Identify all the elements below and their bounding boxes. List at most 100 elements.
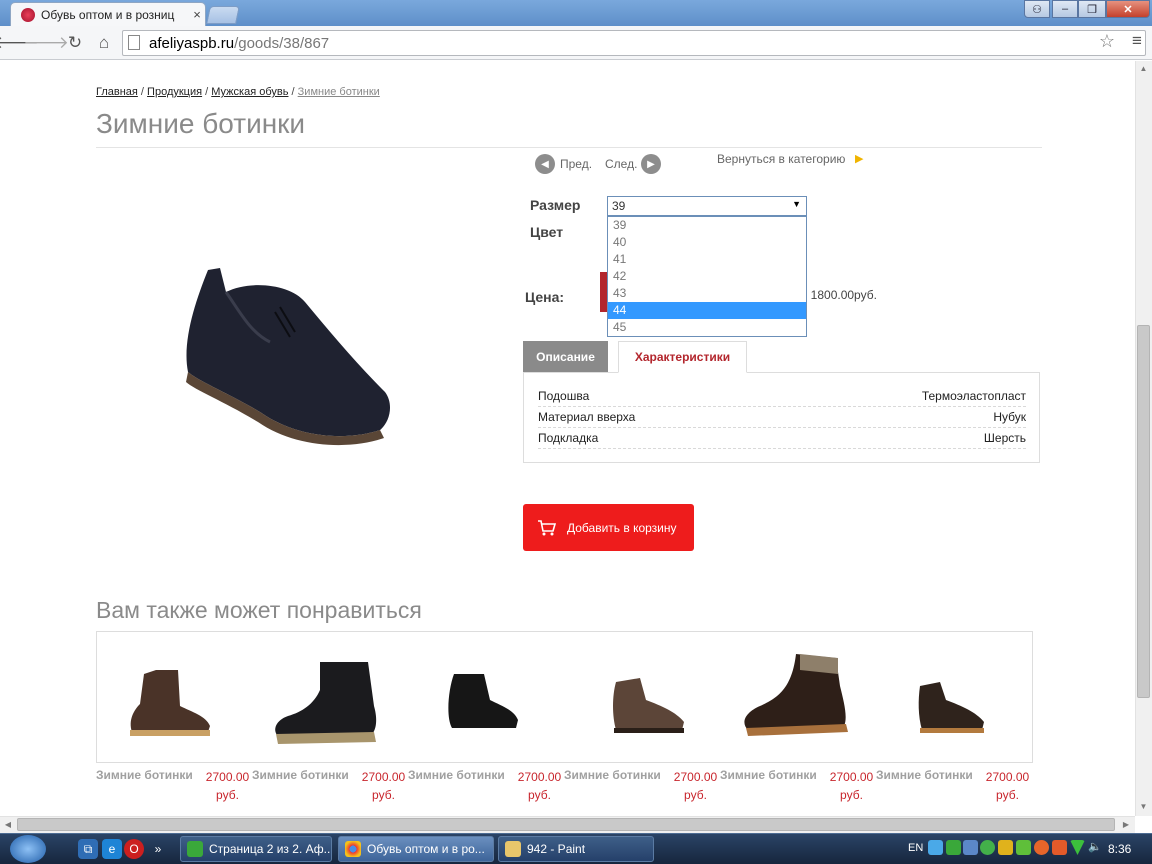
user-profile-icon[interactable]: ⚇ (1024, 0, 1050, 18)
chevron-down-icon[interactable]: ▼ (792, 199, 801, 209)
browser-tab-active[interactable]: Обувь оптом и в розниц × (10, 2, 206, 26)
tab-description[interactable]: Описание (523, 341, 608, 372)
related-product-price: 2700.00 руб. (829, 770, 874, 802)
tray-green-a-icon[interactable] (946, 840, 961, 855)
related-product-name[interactable]: Зимние ботинки (96, 768, 193, 782)
tray-volume-icon[interactable]: 🔈 (1088, 840, 1103, 855)
tray-key-icon[interactable] (998, 840, 1013, 855)
spec-value: Шерсть (983, 431, 1026, 445)
tray-clock[interactable]: 8:36 (1108, 842, 1131, 856)
price-label: Цена: (525, 289, 565, 305)
tab-close-icon[interactable]: × (189, 7, 205, 22)
url-host: afeliyaspb.ru (149, 34, 235, 52)
size-option[interactable]: 41 (608, 251, 806, 268)
price-value: : 1800.00руб. (804, 288, 877, 302)
related-product-image[interactable] (610, 676, 686, 734)
chevron-right-icon[interactable]: » (148, 839, 168, 859)
back-triangle-icon: ▶ (855, 153, 864, 165)
prev-link[interactable]: Пред. (560, 157, 592, 171)
tab-characteristics[interactable]: Характеристики (618, 341, 747, 373)
chrome-icon (345, 841, 361, 857)
related-product-name[interactable]: Зимние ботинки (252, 768, 349, 782)
address-bar[interactable]: afeliyaspb.ru/goods/38/867 (122, 30, 1146, 56)
page-title: Зимние ботинки (96, 108, 306, 139)
related-product-image[interactable] (916, 680, 986, 734)
scroll-left-icon[interactable]: ◀ (1, 818, 15, 831)
opera-icon[interactable]: O (124, 839, 144, 859)
taskbar-item-label: Страница 2 из 2. Аф... (209, 842, 332, 856)
breadcrumb-separator: / (202, 86, 212, 98)
new-tab-button[interactable] (206, 6, 240, 24)
size-select[interactable]: 39 ▼ (607, 196, 807, 216)
related-product-image[interactable] (740, 652, 854, 736)
ie-icon[interactable]: e (102, 839, 122, 859)
breadcrumb-current: Зимние ботинки (297, 86, 380, 98)
add-to-cart-button[interactable]: Добавить в корзину (523, 504, 694, 551)
menu-icon[interactable]: ≡ (1126, 31, 1148, 53)
product-image[interactable] (180, 262, 395, 452)
taskbar-item[interactable]: Обувь оптом и в ро... (338, 836, 494, 862)
related-product-name[interactable]: Зимние ботинки (408, 768, 505, 782)
scroll-up-icon[interactable]: ▲ (1136, 62, 1151, 76)
related-product-image[interactable] (444, 670, 520, 732)
size-option[interactable]: 40 (608, 234, 806, 251)
related-product-price: 2700.00 руб. (361, 770, 406, 802)
size-option[interactable]: 43 (608, 285, 806, 302)
next-arrow-icon[interactable]: ▶ (641, 154, 661, 174)
tray-alert-icon[interactable] (1034, 840, 1049, 855)
vertical-scroll-thumb[interactable] (1137, 325, 1150, 698)
color-label: Цвет (530, 224, 564, 240)
spec-key: Материал вверха (538, 410, 636, 424)
window-close-icon[interactable]: ✕ (1106, 0, 1150, 18)
related-product-name[interactable]: Зимние ботинки (564, 768, 661, 782)
related-carousel (96, 631, 1033, 763)
taskbar-item[interactable]: 942 - Paint (498, 836, 654, 862)
tray-check-icon[interactable] (1016, 840, 1031, 855)
bookmark-star-icon[interactable]: ☆ (1096, 31, 1118, 53)
breadcrumb-home[interactable]: Главная (96, 86, 138, 98)
language-indicator[interactable]: EN (908, 842, 923, 854)
cart-icon (538, 519, 557, 535)
breadcrumb-products[interactable]: Продукция (147, 86, 202, 98)
back-to-category-link[interactable]: Вернуться в категорию (717, 152, 845, 166)
breadcrumb: Главная / Продукция / Мужская обувь / Зи… (96, 86, 380, 98)
size-label: Размер (530, 197, 581, 213)
size-option[interactable]: 39 (608, 217, 806, 234)
forward-arrow-icon[interactable]: 🡒 (23, 31, 69, 55)
related-product-price: 2700.00 руб. (673, 770, 718, 802)
home-icon[interactable]: ⌂ (92, 31, 116, 55)
size-option[interactable]: 45 (608, 319, 806, 336)
minimize-icon[interactable]: ‒ (1052, 0, 1078, 18)
reload-icon[interactable]: ↻ (63, 31, 87, 55)
tray-record-icon[interactable] (1052, 840, 1067, 855)
tray-network-icon[interactable] (963, 840, 978, 855)
spec-key: Подкладка (538, 431, 599, 445)
size-select-value: 39 (612, 199, 626, 213)
maximize-icon[interactable]: ❐ (1078, 0, 1106, 18)
scroll-right-icon[interactable]: ▶ (1119, 818, 1133, 831)
taskbar-item-label: Обувь оптом и в ро... (367, 842, 485, 856)
horizontal-scroll-thumb[interactable] (17, 818, 1115, 831)
prev-arrow-icon[interactable]: ◀ (535, 154, 555, 174)
green-a-icon (187, 841, 203, 857)
next-link[interactable]: След. (605, 157, 637, 171)
related-product-price: 2700.00 руб. (985, 770, 1030, 802)
tray-update-icon[interactable] (980, 840, 995, 855)
size-option-highlighted[interactable]: 44 (608, 302, 806, 319)
related-product-image[interactable] (272, 660, 380, 746)
tab-title: Обувь оптом и в розниц (41, 7, 175, 22)
size-option[interactable]: 42 (608, 268, 806, 285)
tray-monitor-icon[interactable] (928, 840, 943, 855)
breadcrumb-mens-shoes[interactable]: Мужская обувь (211, 86, 288, 98)
taskbar-item[interactable]: Страница 2 из 2. Аф... (180, 836, 332, 862)
start-button[interactable] (10, 835, 46, 863)
breadcrumb-separator: / (137, 86, 148, 98)
related-product-name[interactable]: Зимние ботинки (876, 768, 973, 782)
scroll-down-icon[interactable]: ▼ (1136, 800, 1151, 814)
explorer-icon[interactable]: ⧉ (78, 839, 98, 859)
related-product-image[interactable] (126, 666, 212, 738)
spec-key: Подошва (538, 389, 590, 403)
related-product-name[interactable]: Зимние ботинки (720, 768, 817, 782)
site-favicon-icon (21, 7, 35, 22)
page-icon (128, 35, 140, 50)
